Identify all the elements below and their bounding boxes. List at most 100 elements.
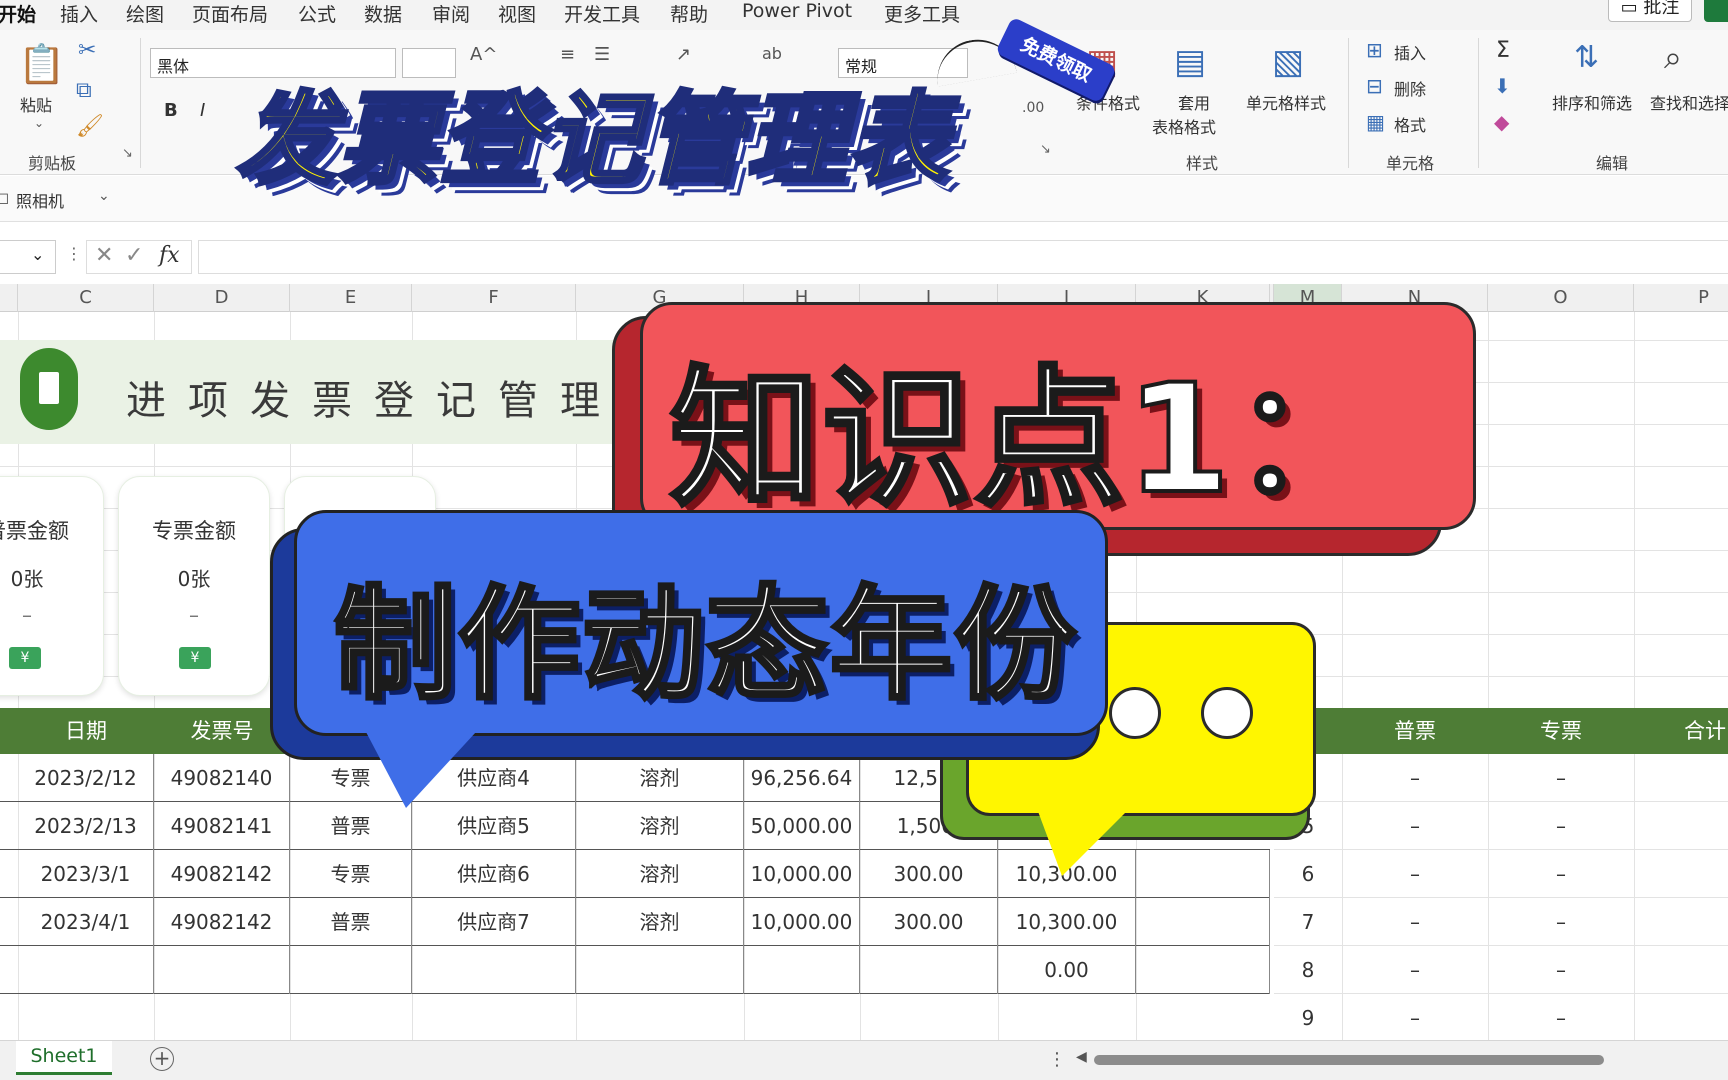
share-button[interactable] (1704, 0, 1728, 22)
name-box-dropdown-icon[interactable]: ⌄ (31, 245, 44, 264)
cell-type[interactable]: 普票 (290, 898, 412, 946)
copy-icon[interactable]: ⧉ (76, 78, 92, 103)
general-cell[interactable]: – (1342, 946, 1488, 994)
cell-amount[interactable]: 10,000.00 (744, 898, 860, 946)
cell-item[interactable]: 溶剂 (576, 898, 744, 946)
camera-button[interactable]: 照相机 (16, 188, 64, 212)
cell-item[interactable]: 溶剂 (576, 850, 744, 898)
table-format-icon[interactable]: ▤ (1174, 42, 1206, 82)
cell-amount[interactable]: 50,000.00 (744, 802, 860, 850)
insert-cells-label[interactable]: 插入 (1394, 40, 1426, 64)
column-header[interactable]: C (18, 284, 154, 312)
cell-empty[interactable] (1136, 898, 1270, 946)
cell-type[interactable]: 专票 (290, 850, 412, 898)
side-row[interactable]: 8 – – (1274, 946, 1728, 994)
month-cell[interactable]: 8 (1274, 946, 1342, 994)
menu-help[interactable]: 帮助 (670, 0, 708, 26)
cell-empty[interactable] (154, 946, 290, 994)
fill-icon[interactable]: ⬇ (1494, 74, 1511, 98)
cell-supplier[interactable]: 供应商5 (412, 802, 576, 850)
comment-button[interactable]: ▭ 批注 (1608, 0, 1692, 22)
column-header[interactable]: F (412, 284, 576, 312)
general-cell[interactable]: – (1342, 802, 1488, 850)
cell-style-icon[interactable]: ▧ (1272, 42, 1304, 82)
cell-tax[interactable]: 300.00 (860, 898, 998, 946)
menu-insert[interactable]: 插入 (60, 0, 98, 26)
cell-style-label[interactable]: 单元格样式 (1246, 90, 1326, 114)
paste-button-label[interactable]: 粘贴 (20, 92, 52, 116)
cell-invoice-no[interactable]: 49082142 (154, 850, 290, 898)
menu-power-pivot[interactable]: Power Pivot (742, 0, 852, 24)
table-row[interactable]: 0.00 (0, 946, 1270, 994)
cell-empty[interactable] (18, 946, 154, 994)
cell-item[interactable]: 溶剂 (576, 754, 744, 802)
bold-button[interactable]: B (164, 100, 178, 121)
sort-filter-label[interactable]: 排序和筛选 (1552, 90, 1632, 114)
sheet-tab[interactable]: Sheet1 (16, 1041, 112, 1075)
cell-invoice-no[interactable]: 49082142 (154, 898, 290, 946)
menu-developer[interactable]: 开发工具 (564, 0, 640, 26)
formula-input[interactable] (198, 240, 1728, 274)
autosum-icon[interactable]: Σ (1496, 38, 1510, 63)
cell-date[interactable]: 2023/3/1 (18, 850, 154, 898)
menu-formulas[interactable]: 公式 (298, 0, 336, 26)
side-row[interactable]: 9 – – (1274, 994, 1728, 1042)
cancel-entry-icon[interactable]: ✕ (95, 243, 113, 268)
cell-invoice-no[interactable]: 49082140 (154, 754, 290, 802)
table-format-label-1[interactable]: 套用 (1178, 90, 1210, 114)
cell-empty[interactable] (412, 946, 576, 994)
camera-icon[interactable]: ◻ (0, 188, 9, 207)
qat-customize-icon[interactable]: ⌄ (98, 188, 110, 204)
month-cell[interactable]: 6 (1274, 850, 1342, 898)
add-sheet-icon[interactable]: + (150, 1047, 174, 1071)
format-painter-icon[interactable]: 🖌 (76, 114, 104, 139)
column-header[interactable]: O (1488, 284, 1634, 312)
cell-tax[interactable]: 300.00 (860, 850, 998, 898)
column-header[interactable]: P (1634, 284, 1728, 312)
side-row[interactable]: – – (1274, 754, 1728, 802)
side-row[interactable]: 5 – – (1274, 802, 1728, 850)
special-cell[interactable]: – (1488, 898, 1634, 946)
cell-item[interactable]: 溶剂 (576, 802, 744, 850)
cell-type[interactable]: 普票 (290, 802, 412, 850)
general-cell[interactable]: – (1342, 850, 1488, 898)
sort-filter-icon[interactable]: ⇅ (1574, 40, 1599, 75)
special-cell[interactable]: – (1488, 850, 1634, 898)
number-launcher-icon[interactable]: ↘ (1040, 142, 1051, 157)
cell-total[interactable]: 10,300.00 (998, 898, 1136, 946)
menu-review[interactable]: 审阅 (432, 0, 470, 26)
cell-date[interactable]: 2023/4/1 (18, 898, 154, 946)
special-cell[interactable]: – (1488, 946, 1634, 994)
menu-page-layout[interactable]: 页面布局 (192, 0, 268, 26)
horizontal-scrollbar[interactable] (1094, 1055, 1604, 1065)
format-cells-icon[interactable]: ▦ (1366, 110, 1385, 134)
cell-amount[interactable]: 96,256.64 (744, 754, 860, 802)
italic-button[interactable]: I (200, 100, 205, 121)
cell-amount[interactable]: 10,000.00 (744, 850, 860, 898)
special-cell[interactable]: – (1488, 802, 1634, 850)
tab-split-icon[interactable]: ⋮ (1048, 1049, 1066, 1070)
special-cell[interactable]: – (1488, 994, 1634, 1042)
format-cells-label[interactable]: 格式 (1394, 112, 1426, 136)
cell-date[interactable]: 2023/2/12 (18, 754, 154, 802)
cell-empty[interactable] (576, 946, 744, 994)
side-row[interactable]: 6 – – (1274, 850, 1728, 898)
confirm-entry-icon[interactable]: ✓ (125, 243, 143, 268)
column-header[interactable]: E (290, 284, 412, 312)
decrease-decimal-icon[interactable]: .00 (1022, 100, 1044, 116)
table-format-label-2[interactable]: 表格格式 (1152, 114, 1216, 138)
special-cell[interactable]: – (1488, 754, 1634, 802)
cut-icon[interactable]: ✂ (78, 38, 96, 63)
find-select-label[interactable]: 查找和选择 (1650, 90, 1728, 114)
cell-empty[interactable] (860, 946, 998, 994)
cell-empty[interactable] (1136, 946, 1270, 994)
cell-empty[interactable] (744, 946, 860, 994)
menu-more-tools[interactable]: 更多工具 (884, 0, 960, 26)
cell-date[interactable]: 2023/2/13 (18, 802, 154, 850)
scroll-left-icon[interactable]: ◀ (1076, 1049, 1087, 1065)
cell-empty[interactable] (1136, 850, 1270, 898)
clipboard-launcher-icon[interactable]: ↘ (122, 146, 133, 161)
side-row[interactable]: 7 – – (1274, 898, 1728, 946)
menu-view[interactable]: 视图 (498, 0, 536, 26)
general-cell[interactable]: – (1342, 994, 1488, 1042)
